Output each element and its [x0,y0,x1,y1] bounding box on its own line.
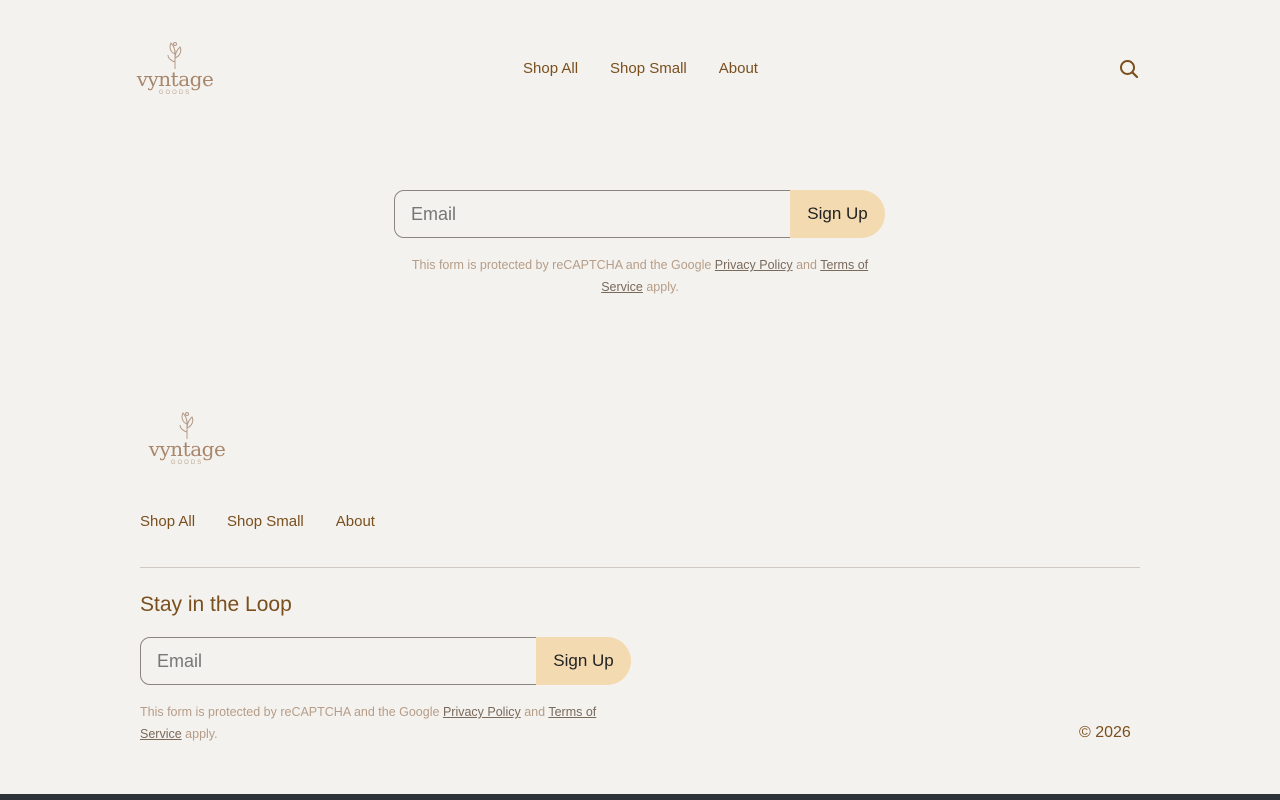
recaptcha-suffix: apply. [185,727,218,741]
hero-signup-form: Sign Up [394,190,885,238]
hero-signup-button[interactable]: Sign Up [790,190,885,238]
footer-email-input[interactable] [140,637,538,685]
footer-recaptcha-notice: This form is protected by reCAPTCHA and … [140,701,620,745]
recaptcha-suffix: apply. [646,280,679,294]
footer-divider [140,567,1140,568]
brand-sub: GOODS [158,90,192,96]
footer-nav-about[interactable]: About [336,513,375,530]
recaptcha-and: and [524,705,546,719]
footer-privacy-policy-link[interactable]: Privacy Policy [443,705,521,719]
site-header: vyntage GOODS Shop All Shop Small About [0,0,1280,140]
brand-name: vyntage [136,67,214,91]
footer-nav-shop-all[interactable]: Shop All [140,513,195,530]
nav-shop-all[interactable]: Shop All [523,60,578,77]
footer-brand-sub: GOODS [170,460,204,466]
recaptcha-and: and [796,258,817,272]
nav-shop-small[interactable]: Shop Small [610,60,687,77]
footer-brand-logo[interactable]: vyntage GOODS [147,410,227,466]
brand-logo[interactable]: vyntage GOODS [135,40,215,96]
flower-icon [179,412,194,439]
search-button[interactable] [1118,58,1140,80]
footer-nav-shop-small[interactable]: Shop Small [227,513,304,530]
nav-about[interactable]: About [719,60,758,77]
flower-icon [167,42,182,69]
recaptcha-text: This form is protected by reCAPTCHA and … [411,258,712,272]
recaptcha-text: This form is protected by reCAPTCHA and … [140,705,440,719]
footer-signup-form: Sign Up [140,637,631,685]
newsletter-title: Stay in the Loop [140,593,292,616]
footer-nav: Shop All Shop Small About [140,513,375,530]
bottom-bar [0,794,1280,800]
hero-email-input[interactable] [394,190,792,238]
footer-signup-button[interactable]: Sign Up [536,637,631,685]
footer-brand-name: vyntage [148,437,226,461]
copyright: © 2026 [1079,724,1131,741]
privacy-policy-link[interactable]: Privacy Policy [715,258,793,272]
search-icon [1120,60,1139,79]
hero-recaptcha-notice: This form is protected by reCAPTCHA and … [405,254,875,298]
header-nav: Shop All Shop Small About [523,60,758,77]
